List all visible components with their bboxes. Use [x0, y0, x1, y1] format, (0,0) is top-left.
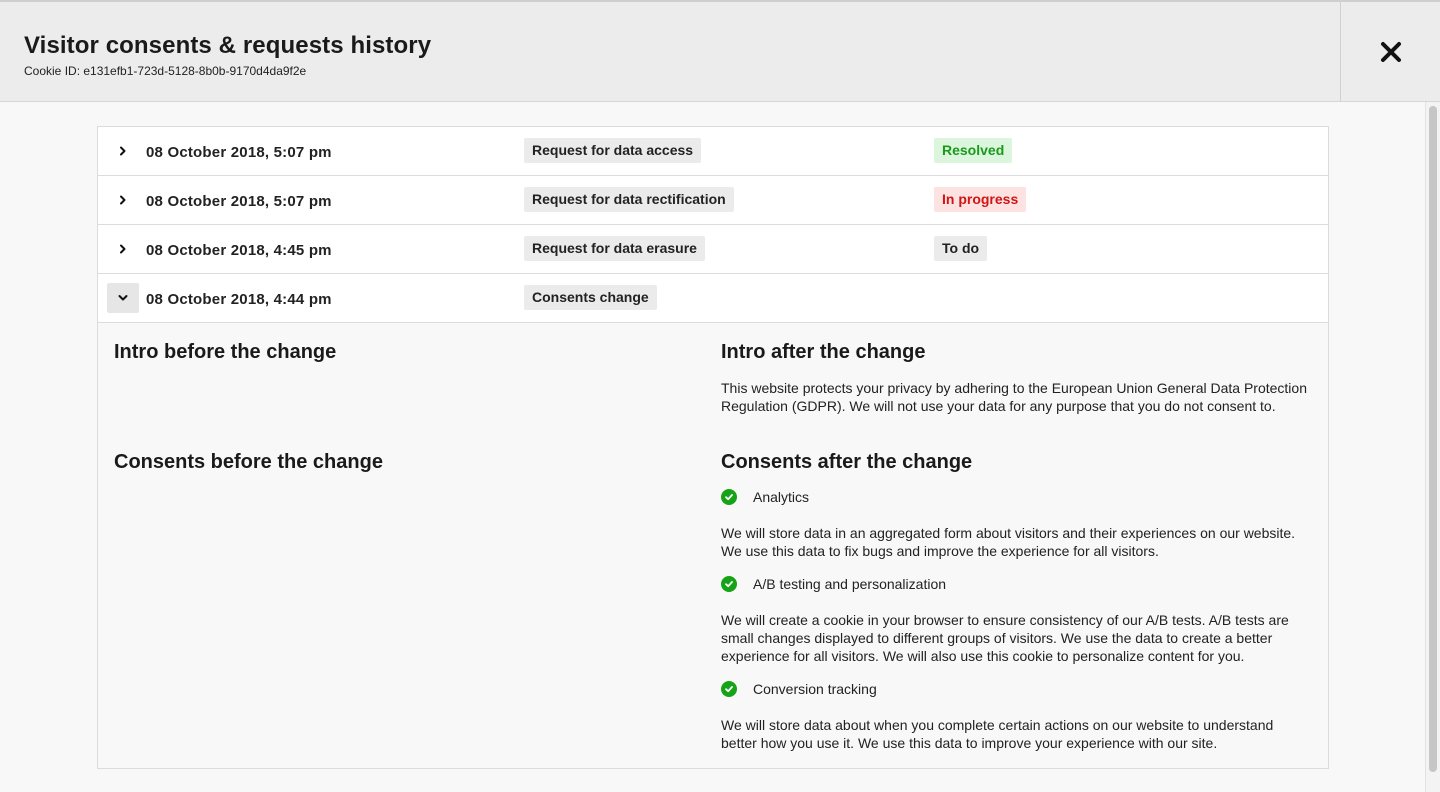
row-date: 08 October 2018, 5:07 pm: [146, 193, 332, 210]
history-row[interactable]: 08 October 2018, 5:07 pm Request for dat…: [98, 176, 1328, 225]
status-badge: To do: [934, 236, 988, 261]
check-circle-icon: [721, 681, 737, 697]
consent-description: We will store data about when you comple…: [721, 717, 1274, 751]
request-type-tag: Request for data rectification: [524, 187, 734, 212]
history-panel: 08 October 2018, 5:07 pm Request for dat…: [97, 126, 1329, 769]
chevron-right-icon: [120, 244, 126, 254]
consent-description: We will create a cookie in your browser …: [721, 612, 1289, 664]
modal-header: Visitor consents & requests history Cook…: [0, 0, 1440, 102]
request-type-tag: Request for data access: [524, 138, 702, 163]
consent-item: A/B testing and personalization: [721, 576, 946, 592]
history-row[interactable]: 08 October 2018, 4:45 pm Request for dat…: [98, 225, 1328, 274]
chevron-down-icon: [118, 295, 128, 301]
consent-item: Conversion tracking: [721, 681, 877, 697]
check-circle-icon: [721, 576, 737, 592]
request-type-tag: Consents change: [524, 285, 657, 310]
expand-toggle[interactable]: [107, 283, 139, 313]
chevron-right-icon: [120, 146, 126, 156]
check-circle-icon: [721, 489, 737, 505]
consent-description: We will store data in an aggregated form…: [721, 525, 1296, 559]
history-row[interactable]: 08 October 2018, 5:07 pm Request for dat…: [98, 127, 1328, 176]
cookie-id: Cookie ID: e131efb1-723d-5128-8b0b-9170d…: [24, 64, 307, 78]
consent-label: A/B testing and personalization: [753, 576, 947, 592]
expand-toggle[interactable]: [107, 234, 139, 264]
scrollbar-thumb[interactable]: [1429, 106, 1437, 772]
consent-label: Analytics: [753, 489, 810, 505]
consents-change-detail: Intro before the change Consents before …: [98, 323, 1328, 768]
close-icon: [1380, 42, 1401, 62]
row-date: 08 October 2018, 4:45 pm: [146, 242, 332, 259]
consent-label: Conversion tracking: [753, 681, 877, 697]
expand-toggle[interactable]: [107, 136, 139, 166]
intro-after-text: This website protects your privacy by ad…: [721, 380, 1307, 414]
row-date: 08 October 2018, 5:07 pm: [146, 144, 332, 161]
intro-after-heading: Intro after the change: [721, 341, 926, 363]
consents-before-heading: Consents before the change: [114, 451, 383, 473]
row-date: 08 October 2018, 4:44 pm: [146, 291, 332, 308]
chevron-right-icon: [120, 195, 126, 205]
intro-before-heading: Intro before the change: [114, 341, 337, 363]
status-badge: Resolved: [934, 138, 1013, 163]
status-badge: In progress: [934, 187, 1027, 212]
expand-toggle[interactable]: [107, 185, 139, 215]
close-button[interactable]: [1340, 2, 1440, 102]
page-title: Visitor consents & requests history: [24, 32, 432, 59]
consent-item: Analytics: [721, 489, 809, 505]
scrollbar[interactable]: [1425, 102, 1440, 792]
history-row[interactable]: 08 October 2018, 4:44 pm Consents change: [98, 274, 1328, 323]
request-type-tag: Request for data erasure: [524, 236, 705, 261]
consents-after-heading: Consents after the change: [721, 451, 973, 473]
